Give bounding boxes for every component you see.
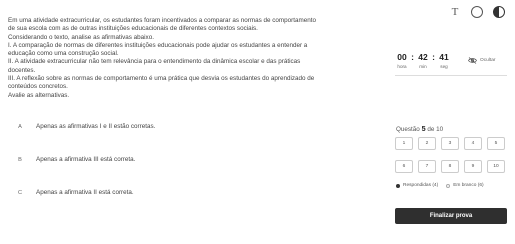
question-nav-button[interactable]: 1 [395, 137, 413, 150]
hide-timer-label: Ocultar [480, 58, 496, 63]
question-progress: Questão 5 de 10 [396, 124, 443, 133]
blank-dot-icon [446, 183, 451, 188]
question-nav-button[interactable]: 9 [464, 160, 482, 173]
question-nav-button[interactable]: 4 [464, 137, 482, 150]
legend-blank-label: Em branco (6) [453, 183, 484, 188]
question-nav-button[interactable]: 7 [418, 160, 436, 173]
alternatives-list: A Apenas as afirmativas I e II estão cor… [12, 118, 382, 217]
answered-dot-icon [396, 183, 400, 188]
question-line: Em uma atividade extracurricular, os est… [8, 17, 316, 24]
alternative-letter: B [18, 156, 22, 163]
timer: 00 hora : 42 min : 41 seg [395, 52, 451, 69]
timer-hours: 00 [397, 52, 407, 62]
legend-blank: Em branco (6) [446, 183, 484, 188]
finish-exam-button[interactable]: Finalizar prova [395, 208, 507, 224]
question-line: docentes. [8, 66, 36, 74]
timer-hours-label: hora [397, 64, 407, 69]
contrast-icon[interactable] [493, 6, 505, 18]
question-nav-button[interactable]: 2 [418, 137, 436, 150]
question-line: educação como uma construção social. [8, 50, 119, 58]
question-line: Considerando o texto, analise as afirmat… [8, 33, 154, 41]
timer-seconds-label: seg [440, 64, 448, 69]
alternative-b[interactable]: B Apenas a afirmativa III está correta. [12, 151, 382, 168]
alternative-text: Apenas as afirmativas I e II estão corre… [36, 123, 156, 130]
question-line: Avalie as alternativas. [8, 91, 70, 99]
question-nav-button[interactable]: 5 [487, 137, 505, 150]
progress-current: 5 [421, 124, 426, 133]
question-navigation-grid: 1 2 3 4 5 6 7 8 9 10 [395, 137, 505, 173]
question-line: conteúdos concretos. [8, 83, 68, 91]
alternative-a[interactable]: A Apenas as afirmativas I e II estão cor… [12, 118, 382, 135]
progress-prefix: Questão [396, 126, 420, 133]
timer-separator: : [411, 52, 414, 62]
eye-off-icon [468, 57, 477, 64]
accessibility-toolbar: T [449, 6, 505, 18]
alternative-text: Apenas a afirmativa II está correta. [36, 189, 134, 196]
timer-seconds: 41 [439, 52, 449, 62]
alternative-letter: C [17, 189, 23, 196]
text-size-icon[interactable]: T [449, 6, 461, 18]
legend-answered: Respondidas (4) [396, 183, 438, 188]
timer-divider [395, 75, 507, 76]
settings-circle-icon[interactable] [471, 6, 483, 18]
question-nav-button[interactable]: 3 [441, 137, 459, 150]
answer-legend: Respondidas (4) Em branco (6) [396, 183, 484, 188]
alternative-text: Apenas a afirmativa III está correta. [36, 156, 136, 163]
question-nav-button[interactable]: 10 [487, 160, 505, 173]
question-line: II. A atividade extracurricular não tem … [8, 58, 301, 66]
hide-timer-button[interactable]: Ocultar [468, 57, 495, 64]
question-line: de sua escola com as de outras instituiç… [8, 25, 258, 33]
alternative-c[interactable]: C Apenas a afirmativa II está correta. [12, 184, 382, 201]
question-text: Em uma atividade extracurricular, os est… [8, 17, 386, 100]
question-line: I. A comparação de normas de diferentes … [8, 41, 308, 49]
alternative-letter: A [18, 123, 22, 130]
timer-separator: : [432, 52, 435, 62]
legend-answered-label: Respondidas (4) [403, 183, 439, 188]
question-line: III. A reflexão sobre as normas de compo… [8, 75, 315, 83]
progress-total: de 10 [427, 126, 444, 133]
question-nav-button[interactable]: 6 [395, 160, 413, 173]
question-nav-button[interactable]: 8 [441, 160, 459, 173]
timer-minutes-label: min [419, 64, 427, 69]
timer-minutes: 42 [418, 52, 428, 62]
